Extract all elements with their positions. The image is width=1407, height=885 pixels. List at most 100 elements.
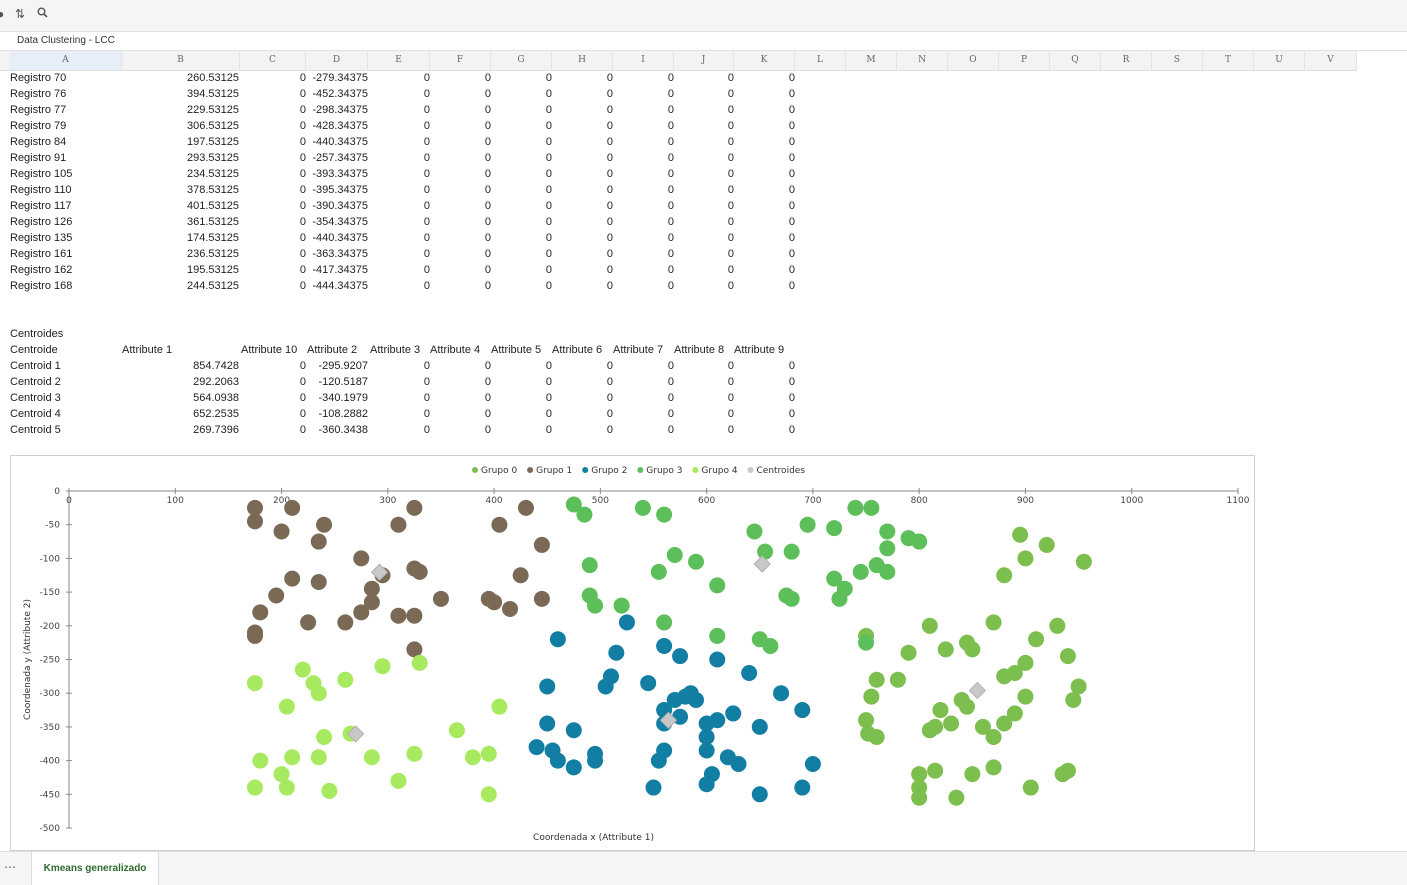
centroid-header-cell[interactable]: Centroide bbox=[10, 342, 120, 358]
record-value-cell[interactable]: 0 bbox=[676, 262, 734, 278]
centroid-value-cell[interactable]: 0 bbox=[494, 390, 552, 406]
record-name-cell[interactable]: Registro 135 bbox=[10, 230, 120, 246]
centroid-value-cell[interactable]: 0 bbox=[555, 406, 613, 422]
record-value-cell[interactable]: 195.53125 bbox=[181, 262, 239, 278]
record-value-cell[interactable]: 0 bbox=[372, 166, 430, 182]
column-header-h[interactable]: H bbox=[552, 51, 613, 70]
record-value-cell[interactable]: 0 bbox=[494, 214, 552, 230]
record-value-cell[interactable]: 0 bbox=[737, 102, 795, 118]
record-value-cell[interactable]: 0 bbox=[737, 230, 795, 246]
record-value-cell[interactable]: 0 bbox=[433, 278, 491, 294]
centroid-value-cell[interactable]: 0 bbox=[433, 374, 491, 390]
centroid-name-cell[interactable]: Centroid 1 bbox=[10, 358, 120, 374]
record-value-cell[interactable]: -452.34375 bbox=[302, 86, 368, 102]
record-value-cell[interactable]: 0 bbox=[494, 278, 552, 294]
centroid-header-cell[interactable]: Attribute 10 bbox=[241, 342, 311, 358]
record-value-cell[interactable]: 0 bbox=[616, 118, 674, 134]
record-value-cell[interactable]: 0 bbox=[616, 166, 674, 182]
record-value-cell[interactable]: 0 bbox=[494, 102, 552, 118]
sheet-tab-kmeans[interactable]: Kmeans generalizado bbox=[31, 852, 159, 885]
centroid-value-cell[interactable]: -108.2882 bbox=[302, 406, 368, 422]
record-value-cell[interactable]: 197.53125 bbox=[181, 134, 239, 150]
column-header-k[interactable]: K bbox=[734, 51, 795, 70]
record-value-cell[interactable]: 378.53125 bbox=[181, 182, 239, 198]
centroid-header-cell[interactable]: Attribute 4 bbox=[430, 342, 500, 358]
centroid-header-cell[interactable]: Attribute 5 bbox=[491, 342, 561, 358]
record-value-cell[interactable]: 0 bbox=[676, 86, 734, 102]
record-value-cell[interactable]: 0 bbox=[372, 262, 430, 278]
record-value-cell[interactable]: 361.53125 bbox=[181, 214, 239, 230]
record-name-cell[interactable]: Registro 110 bbox=[10, 182, 120, 198]
record-value-cell[interactable]: 0 bbox=[737, 278, 795, 294]
column-header-t[interactable]: T bbox=[1203, 51, 1254, 70]
record-value-cell[interactable]: -444.34375 bbox=[302, 278, 368, 294]
centroides-section-label[interactable]: Centroides bbox=[10, 326, 120, 342]
centroid-value-cell[interactable]: 0 bbox=[555, 422, 613, 438]
record-value-cell[interactable]: 0 bbox=[555, 118, 613, 134]
record-value-cell[interactable]: 0 bbox=[676, 134, 734, 150]
record-value-cell[interactable]: 0 bbox=[372, 278, 430, 294]
centroid-value-cell[interactable]: 0 bbox=[372, 374, 430, 390]
record-value-cell[interactable]: 0 bbox=[737, 262, 795, 278]
centroid-value-cell[interactable]: 0 bbox=[372, 406, 430, 422]
record-value-cell[interactable]: 0 bbox=[737, 118, 795, 134]
centroid-value-cell[interactable]: 0 bbox=[555, 390, 613, 406]
record-name-cell[interactable]: Registro 84 bbox=[10, 134, 120, 150]
record-value-cell[interactable]: 260.53125 bbox=[181, 70, 239, 86]
record-value-cell[interactable]: 0 bbox=[616, 134, 674, 150]
record-value-cell[interactable]: -417.34375 bbox=[302, 262, 368, 278]
record-value-cell[interactable]: 0 bbox=[372, 214, 430, 230]
record-value-cell[interactable]: 394.53125 bbox=[181, 86, 239, 102]
centroid-value-cell[interactable]: 854.7428 bbox=[181, 358, 239, 374]
record-value-cell[interactable]: 0 bbox=[433, 198, 491, 214]
record-value-cell[interactable]: 234.53125 bbox=[181, 166, 239, 182]
record-name-cell[interactable]: Registro 77 bbox=[10, 102, 120, 118]
record-value-cell[interactable]: 0 bbox=[494, 134, 552, 150]
column-header-m[interactable]: M bbox=[846, 51, 897, 70]
record-value-cell[interactable]: 0 bbox=[433, 262, 491, 278]
centroid-value-cell[interactable]: 0 bbox=[372, 390, 430, 406]
centroid-header-cell[interactable]: Attribute 6 bbox=[552, 342, 622, 358]
centroid-value-cell[interactable]: 0 bbox=[676, 374, 734, 390]
centroid-name-cell[interactable]: Centroid 2 bbox=[10, 374, 120, 390]
centroid-header-cell[interactable]: Attribute 9 bbox=[734, 342, 804, 358]
record-value-cell[interactable]: -393.34375 bbox=[302, 166, 368, 182]
record-value-cell[interactable]: 0 bbox=[616, 198, 674, 214]
record-value-cell[interactable]: 0 bbox=[737, 182, 795, 198]
column-header-g[interactable]: G bbox=[491, 51, 552, 70]
record-value-cell[interactable]: 0 bbox=[555, 182, 613, 198]
column-header-r[interactable]: R bbox=[1101, 51, 1152, 70]
record-value-cell[interactable]: 0 bbox=[372, 102, 430, 118]
record-value-cell[interactable]: 0 bbox=[433, 230, 491, 246]
column-header-u[interactable]: U bbox=[1254, 51, 1305, 70]
column-header-c[interactable]: C bbox=[240, 51, 306, 70]
centroid-value-cell[interactable]: 0 bbox=[555, 374, 613, 390]
record-value-cell[interactable]: 0 bbox=[494, 262, 552, 278]
record-value-cell[interactable]: 0 bbox=[433, 102, 491, 118]
column-header-o[interactable]: O bbox=[948, 51, 999, 70]
centroid-value-cell[interactable]: 0 bbox=[737, 358, 795, 374]
centroid-value-cell[interactable]: 0 bbox=[737, 422, 795, 438]
record-value-cell[interactable]: 0 bbox=[433, 86, 491, 102]
record-value-cell[interactable]: 0 bbox=[433, 182, 491, 198]
centroid-value-cell[interactable]: 0 bbox=[433, 422, 491, 438]
centroid-value-cell[interactable]: 0 bbox=[616, 374, 674, 390]
record-value-cell[interactable]: -354.34375 bbox=[302, 214, 368, 230]
centroid-value-cell[interactable]: 0 bbox=[616, 358, 674, 374]
record-value-cell[interactable]: 0 bbox=[494, 230, 552, 246]
centroid-value-cell[interactable]: -120.5187 bbox=[302, 374, 368, 390]
record-value-cell[interactable]: 0 bbox=[555, 86, 613, 102]
centroid-value-cell[interactable]: 0 bbox=[433, 358, 491, 374]
record-value-cell[interactable]: 0 bbox=[433, 166, 491, 182]
record-value-cell[interactable]: 0 bbox=[494, 198, 552, 214]
record-name-cell[interactable]: Registro 79 bbox=[10, 118, 120, 134]
record-value-cell[interactable]: 0 bbox=[616, 70, 674, 86]
centroid-value-cell[interactable]: -295.9207 bbox=[302, 358, 368, 374]
centroid-header-cell[interactable]: Attribute 1 bbox=[122, 342, 240, 358]
record-value-cell[interactable]: 0 bbox=[737, 246, 795, 262]
record-name-cell[interactable]: Registro 162 bbox=[10, 262, 120, 278]
record-value-cell[interactable]: 0 bbox=[372, 230, 430, 246]
centroid-value-cell[interactable]: 0 bbox=[494, 422, 552, 438]
centroid-value-cell[interactable]: 0 bbox=[737, 406, 795, 422]
record-value-cell[interactable]: 0 bbox=[676, 118, 734, 134]
